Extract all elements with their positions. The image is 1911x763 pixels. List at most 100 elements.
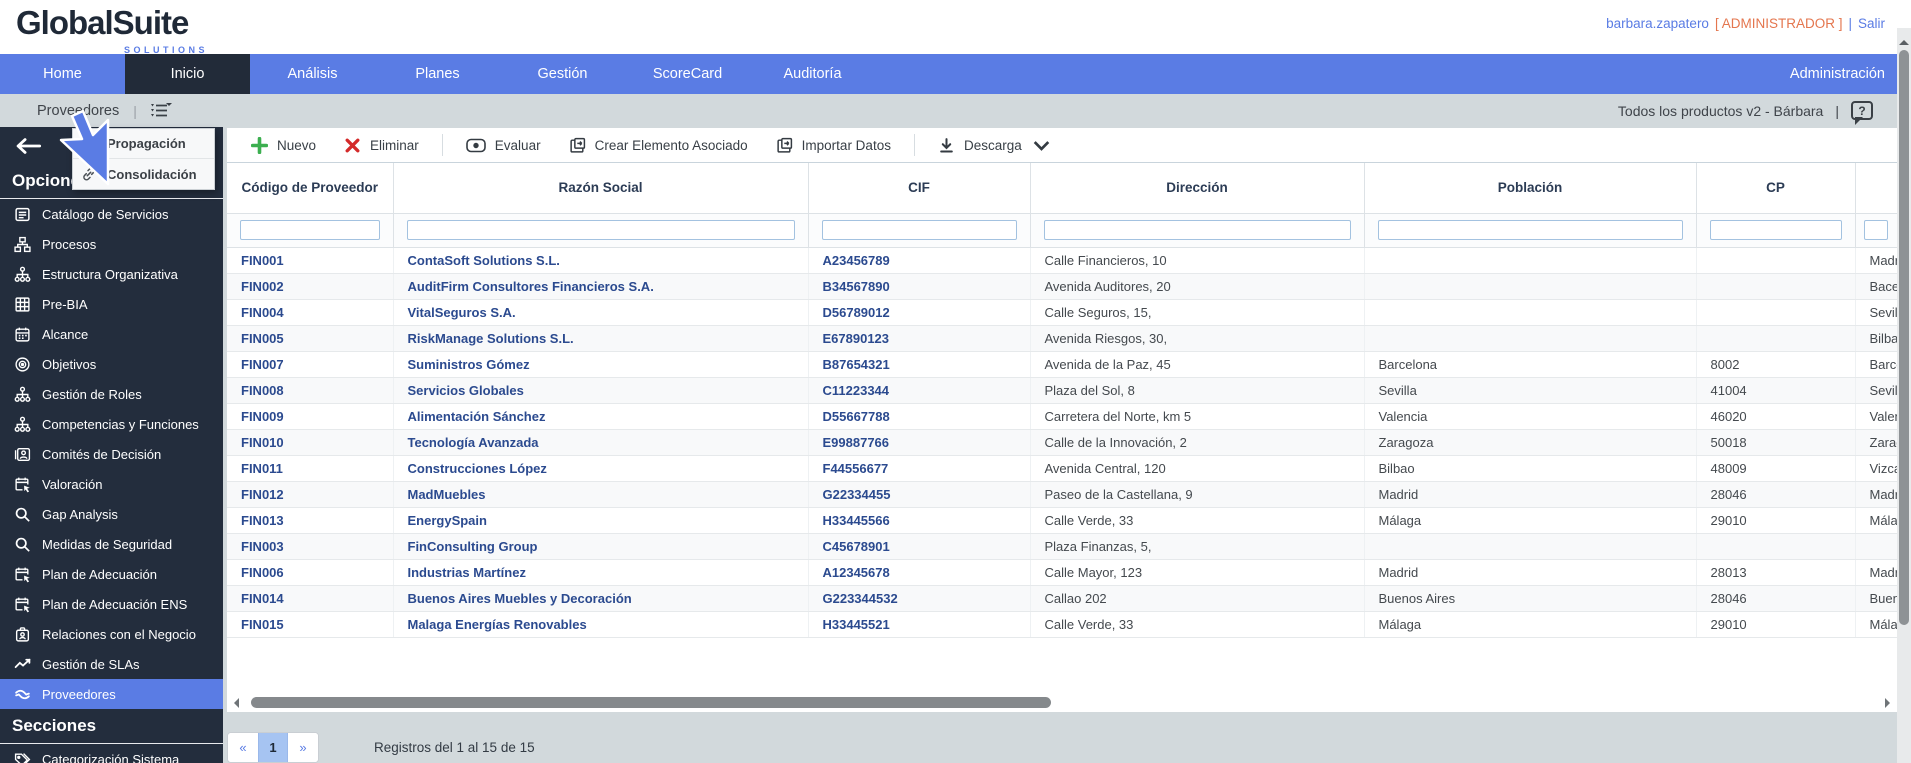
vertical-scrollbar-thumb[interactable]: [1899, 50, 1909, 625]
cell-cif[interactable]: E67890123: [808, 325, 1031, 352]
sidebar-item-pre-bia[interactable]: Pre-BIA: [0, 289, 223, 319]
nav-tab-analisis[interactable]: Análisis: [250, 54, 375, 94]
page-next-button[interactable]: »: [288, 733, 318, 762]
cell-razon-social[interactable]: MadMuebles: [393, 481, 809, 508]
sidebar-item-relaciones-con-el-negocio[interactable]: Relaciones con el Negocio: [0, 619, 223, 649]
scroll-up-arrow-icon[interactable]: [1899, 35, 1909, 45]
cell-codigo-de-proveedor[interactable]: FIN001: [227, 247, 394, 274]
cell-codigo-de-proveedor[interactable]: FIN005: [227, 325, 394, 352]
cell-cif[interactable]: E99887766: [808, 429, 1031, 456]
cell-codigo-de-proveedor[interactable]: FIN007: [227, 351, 394, 378]
nav-tab-auditoria[interactable]: Auditoría: [750, 54, 875, 94]
sidebar-item-objetivos[interactable]: Objetivos: [0, 349, 223, 379]
cell-razon-social[interactable]: Suministros Gómez: [393, 351, 809, 378]
importar-datos-button[interactable]: Importar Datos: [762, 128, 905, 163]
cell-razon-social[interactable]: AuditFirm Consultores Financieros S.A.: [393, 273, 809, 300]
cell-cif[interactable]: B34567890: [808, 273, 1031, 300]
globalsuite-logo[interactable]: GlobalSuite SOLUTIONS: [16, 4, 205, 55]
cell-codigo-de-proveedor[interactable]: FIN010: [227, 429, 394, 456]
column-header-razon-social[interactable]: Razón Social: [393, 163, 809, 214]
back-arrow-icon[interactable]: [14, 136, 42, 156]
cell-codigo-de-proveedor[interactable]: FIN002: [227, 273, 394, 300]
filter-input-codigo-de-proveedor[interactable]: [240, 220, 380, 240]
cell-codigo-de-proveedor[interactable]: FIN009: [227, 403, 394, 430]
sidebar-item-gap-analysis[interactable]: Gap Analysis: [0, 499, 223, 529]
cell-razon-social[interactable]: EnergySpain: [393, 507, 809, 534]
sidebar-item-medidas-de-seguridad[interactable]: Medidas de Seguridad: [0, 529, 223, 559]
sidebar-item-categorizacion-sistema[interactable]: Categorización Sistema: [0, 744, 223, 763]
horizontal-scrollbar[interactable]: [229, 696, 1895, 709]
nuevo-button[interactable]: Nuevo: [237, 128, 330, 163]
cell-cif[interactable]: D55667788: [808, 403, 1031, 430]
cell-razon-social[interactable]: VitalSeguros S.A.: [393, 299, 809, 326]
sidebar-item-comites-de-decision[interactable]: Comités de Decisión: [0, 439, 223, 469]
column-header-poblacion[interactable]: Población: [1364, 163, 1697, 214]
menu-item-consolidacion[interactable]: Consolidación: [73, 159, 214, 189]
cell-codigo-de-proveedor[interactable]: FIN011: [227, 455, 394, 482]
cell-razon-social[interactable]: Construcciones López: [393, 455, 809, 482]
cell-cif[interactable]: B87654321: [808, 351, 1031, 378]
sidebar-item-proveedores[interactable]: Proveedores: [0, 679, 223, 709]
sidebar-item-procesos[interactable]: Procesos: [0, 229, 223, 259]
nav-tab-home[interactable]: Home: [0, 54, 125, 94]
cell-cif[interactable]: A23456789: [808, 247, 1031, 274]
scroll-right-arrow-icon[interactable]: [1885, 697, 1895, 708]
descarga-button[interactable]: Descarga: [924, 128, 1064, 163]
nav-tab-administracion[interactable]: Administración: [1764, 54, 1911, 94]
filter-input-extra[interactable]: [1864, 220, 1888, 240]
cell-codigo-de-proveedor[interactable]: FIN015: [227, 611, 394, 638]
list-sort-icon[interactable]: [149, 102, 173, 119]
cell-codigo-de-proveedor[interactable]: FIN004: [227, 299, 394, 326]
cell-razon-social[interactable]: Buenos Aires Muebles y Decoración: [393, 585, 809, 612]
cell-codigo-de-proveedor[interactable]: FIN014: [227, 585, 394, 612]
cell-cif[interactable]: G223344532: [808, 585, 1031, 612]
filter-input-razon-social[interactable]: [406, 220, 795, 240]
vertical-scrollbar[interactable]: [1897, 28, 1911, 763]
sidebar-item-valoracion[interactable]: Valoración: [0, 469, 223, 499]
cell-razon-social[interactable]: Servicios Globales: [393, 377, 809, 404]
column-header-cp[interactable]: CP: [1696, 163, 1856, 214]
product-context-label[interactable]: Todos los productos v2 - Bárbara: [1618, 103, 1823, 119]
cell-razon-social[interactable]: Malaga Energías Renovables: [393, 611, 809, 638]
cell-cif[interactable]: C45678901: [808, 533, 1031, 560]
filter-input-direccion[interactable]: [1043, 220, 1351, 240]
sidebar-item-gestion-de-slas[interactable]: Gestión de SLAs: [0, 649, 223, 679]
column-header-cif[interactable]: CIF: [808, 163, 1031, 214]
cell-razon-social[interactable]: Industrias Martínez: [393, 559, 809, 586]
sidebar-item-gestion-de-roles[interactable]: Gestión de Roles: [0, 379, 223, 409]
cell-razon-social[interactable]: Alimentación Sánchez: [393, 403, 809, 430]
sidebar-item-alcance[interactable]: Alcance: [0, 319, 223, 349]
nav-tab-planes[interactable]: Planes: [375, 54, 500, 94]
cell-codigo-de-proveedor[interactable]: FIN012: [227, 481, 394, 508]
page-number-button[interactable]: 1: [258, 733, 288, 762]
cell-cif[interactable]: H33445521: [808, 611, 1031, 638]
filter-input-cp[interactable]: [1709, 220, 1842, 240]
horizontal-scrollbar-thumb[interactable]: [251, 697, 1051, 708]
cell-razon-social[interactable]: FinConsulting Group: [393, 533, 809, 560]
cell-razon-social[interactable]: ContaSoft Solutions S.L.: [393, 247, 809, 274]
sidebar-item-competencias-y-funciones[interactable]: Competencias y Funciones: [0, 409, 223, 439]
filter-input-cif[interactable]: [821, 220, 1017, 240]
cell-cif[interactable]: G22334455: [808, 481, 1031, 508]
cell-codigo-de-proveedor[interactable]: FIN008: [227, 377, 394, 404]
nav-tab-gestion[interactable]: Gestión: [500, 54, 625, 94]
cell-cif[interactable]: F44556677: [808, 455, 1031, 482]
evaluar-button[interactable]: Evaluar: [452, 128, 555, 163]
cell-razon-social[interactable]: Tecnología Avanzada: [393, 429, 809, 456]
crear-elemento-asociado-button[interactable]: Crear Elemento Asociado: [555, 128, 762, 163]
nav-tab-inicio[interactable]: Inicio: [125, 54, 250, 94]
cell-cif[interactable]: A12345678: [808, 559, 1031, 586]
cell-cif[interactable]: D56789012: [808, 299, 1031, 326]
menu-item-propagacion[interactable]: Propagación: [73, 129, 214, 159]
page-prev-button[interactable]: «: [228, 733, 258, 762]
scroll-left-arrow-icon[interactable]: [229, 697, 239, 708]
sidebar-item-estructura-organizativa[interactable]: Estructura Organizativa: [0, 259, 223, 289]
cell-cif[interactable]: C11223344: [808, 377, 1031, 404]
logout-link[interactable]: Salir: [1858, 16, 1885, 31]
column-header-codigo-de-proveedor[interactable]: Código de Proveedor: [227, 163, 394, 214]
help-icon[interactable]: ?: [1851, 101, 1873, 125]
sidebar-item-plan-de-adecuacion[interactable]: Plan de Adecuación: [0, 559, 223, 589]
sidebar-item-plan-de-adecuacion-ens[interactable]: Plan de Adecuación ENS: [0, 589, 223, 619]
column-header-direccion[interactable]: Dirección: [1030, 163, 1365, 214]
eliminar-button[interactable]: Eliminar: [330, 128, 433, 163]
